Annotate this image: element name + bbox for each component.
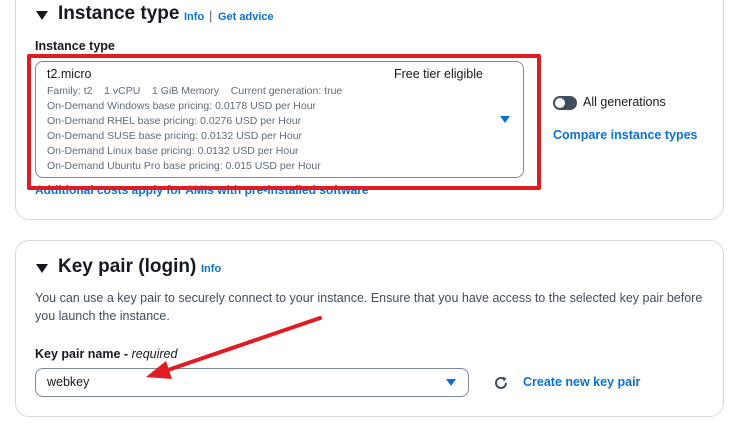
red-annotation-arrow	[146, 316, 322, 379]
